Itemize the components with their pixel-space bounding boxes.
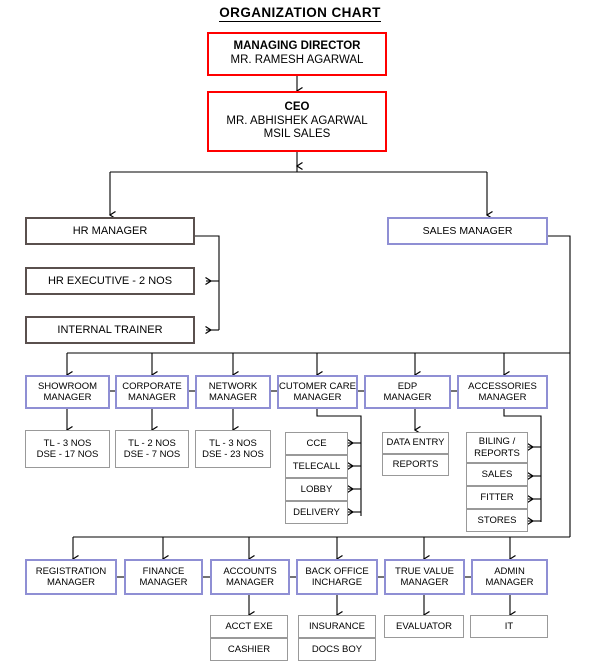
acct-exe-label: ACCT EXE: [225, 620, 273, 632]
node-cce[interactable]: CCE: [285, 432, 348, 455]
accessories-manager-line2: MANAGER: [478, 392, 527, 403]
node-accessories-sales[interactable]: SALES: [466, 463, 528, 486]
node-accounts-manager[interactable]: ACCOUNTS MANAGER: [210, 559, 290, 595]
accessories-sales-label: SALES: [481, 468, 513, 480]
node-reports[interactable]: REPORTS: [382, 454, 449, 476]
showroom-tl: TL - 3 NOS: [43, 437, 92, 449]
stores-label: STORES: [477, 514, 517, 526]
network-manager-line1: NETWORK: [208, 380, 258, 392]
reports-label: REPORTS: [392, 459, 439, 471]
hr-manager-label: HR MANAGER: [72, 224, 148, 237]
edp-manager-line1: EDP: [397, 380, 418, 392]
node-managing-director[interactable]: MANAGING DIRECTOR MR. RAMESH AGARWAL: [207, 32, 387, 76]
hr-executive-label: HR EXECUTIVE - 2 NOS: [47, 274, 173, 287]
back-office-line1: BACK OFFICE: [305, 565, 369, 577]
network-manager-line2: MANAGER: [208, 392, 258, 403]
customer-care-manager-line1: CUTOMER CARE: [279, 380, 356, 392]
sales-manager-label: SALES MANAGER: [422, 224, 513, 237]
evaluator-label: EVALUATOR: [396, 620, 452, 632]
accessories-manager-line1: ACCESSORIES: [468, 380, 537, 392]
true-value-line1: TRUE VALUE: [395, 565, 454, 577]
node-corporate-staff[interactable]: TL - 2 NOS DSE - 7 NOS: [115, 430, 189, 468]
true-value-line2: MANAGER: [400, 577, 449, 588]
node-showroom-manager[interactable]: SHOWROOM MANAGER: [25, 375, 110, 409]
node-true-value-manager[interactable]: TRUE VALUE MANAGER: [384, 559, 465, 595]
telecall-label: TELECALL: [292, 460, 341, 472]
back-office-line2: INCHARGE: [311, 577, 363, 588]
node-telecall[interactable]: TELECALL: [285, 455, 348, 478]
showroom-dse: DSE - 17 NOS: [36, 449, 99, 460]
node-sales-manager[interactable]: SALES MANAGER: [387, 217, 548, 245]
node-admin-manager[interactable]: ADMIN MANAGER: [471, 559, 548, 595]
delivery-label: DELIVERY: [293, 506, 340, 518]
node-network-manager[interactable]: NETWORK MANAGER: [195, 375, 271, 409]
it-label: IT: [504, 620, 514, 632]
node-acct-exe[interactable]: ACCT EXE: [210, 615, 288, 638]
node-evaluator[interactable]: EVALUATOR: [384, 615, 464, 638]
internal-trainer-label: INTERNAL TRAINER: [57, 323, 163, 336]
showroom-manager-line1: SHOWROOM: [37, 380, 98, 392]
node-showroom-staff[interactable]: TL - 3 NOS DSE - 17 NOS: [25, 430, 110, 468]
billing-reports-label: REPORTS: [474, 447, 520, 459]
accounts-manager-line2: MANAGER: [225, 577, 275, 588]
data-entry-label: DATA ENTRY: [386, 437, 445, 449]
organization-chart: ORGANIZATION CHART MANAGING DIRECTOR MR.…: [0, 0, 600, 671]
insurance-label: INSURANCE: [309, 620, 365, 632]
docs-boy-label: DOCS BOY: [311, 643, 363, 655]
node-docs-boy[interactable]: DOCS BOY: [298, 638, 376, 661]
registration-manager-line1: REGISTRATION: [35, 565, 107, 577]
cashier-label: CASHIER: [227, 643, 271, 655]
corporate-manager-line2: MANAGER: [127, 392, 177, 403]
node-hr-manager[interactable]: HR MANAGER: [25, 217, 195, 245]
cce-label: CCE: [306, 437, 327, 449]
finance-manager-line2: MANAGER: [139, 577, 188, 588]
node-customer-care-manager[interactable]: CUTOMER CARE MANAGER: [277, 375, 358, 409]
node-it[interactable]: IT: [470, 615, 548, 638]
admin-manager-line1: ADMIN: [494, 565, 525, 577]
node-internal-trainer[interactable]: INTERNAL TRAINER: [25, 316, 195, 344]
node-delivery[interactable]: DELIVERY: [285, 501, 348, 524]
node-finance-manager[interactable]: FINANCE MANAGER: [124, 559, 203, 595]
network-tl: TL - 3 NOS: [209, 437, 257, 449]
billing-label: BILING /: [478, 436, 516, 448]
managing-director-name: MR. RAMESH AGARWAL: [230, 54, 364, 66]
node-edp-manager[interactable]: EDP MANAGER: [364, 375, 451, 409]
admin-manager-line2: MANAGER: [485, 577, 534, 588]
node-insurance[interactable]: INSURANCE: [298, 615, 376, 638]
finance-manager-line1: FINANCE: [142, 565, 185, 577]
node-hr-executive[interactable]: HR EXECUTIVE - 2 NOS: [25, 267, 195, 295]
corporate-manager-line1: CORPORATE: [122, 380, 182, 392]
edp-manager-line2: MANAGER: [383, 392, 432, 403]
node-lobby[interactable]: LOBBY: [285, 478, 348, 501]
accounts-manager-line1: ACCOUNTS: [223, 565, 277, 577]
network-dse: DSE - 23 NOS: [202, 449, 264, 460]
ceo-division: MSIL SALES: [263, 128, 331, 141]
node-corporate-manager[interactable]: CORPORATE MANAGER: [115, 375, 189, 409]
managing-director-role: MANAGING DIRECTOR: [233, 40, 361, 53]
node-cashier[interactable]: CASHIER: [210, 638, 288, 661]
ceo-name: MR. ABHISHEK AGARWAL: [226, 114, 368, 127]
registration-manager-line2: MANAGER: [46, 577, 96, 588]
node-back-office-incharge[interactable]: BACK OFFICE INCHARGE: [296, 559, 378, 595]
node-billing-reports[interactable]: BILING / REPORTS: [466, 432, 528, 463]
corporate-dse: DSE - 7 NOS: [123, 449, 181, 460]
fitter-label: FITTER: [480, 491, 514, 503]
node-fitter[interactable]: FITTER: [466, 486, 528, 509]
ceo-role: CEO: [284, 101, 310, 114]
corporate-tl: TL - 2 NOS: [128, 437, 176, 449]
node-data-entry[interactable]: DATA ENTRY: [382, 432, 449, 454]
showroom-manager-line2: MANAGER: [43, 392, 92, 403]
node-network-staff[interactable]: TL - 3 NOS DSE - 23 NOS: [195, 430, 271, 468]
node-accessories-manager[interactable]: ACCESSORIES MANAGER: [457, 375, 548, 409]
node-registration-manager[interactable]: REGISTRATION MANAGER: [25, 559, 117, 595]
customer-care-manager-line2: MANAGER: [293, 392, 342, 403]
node-ceo[interactable]: CEO MR. ABHISHEK AGARWAL MSIL SALES: [207, 91, 387, 152]
node-stores[interactable]: STORES: [466, 509, 528, 532]
lobby-label: LOBBY: [300, 483, 333, 495]
